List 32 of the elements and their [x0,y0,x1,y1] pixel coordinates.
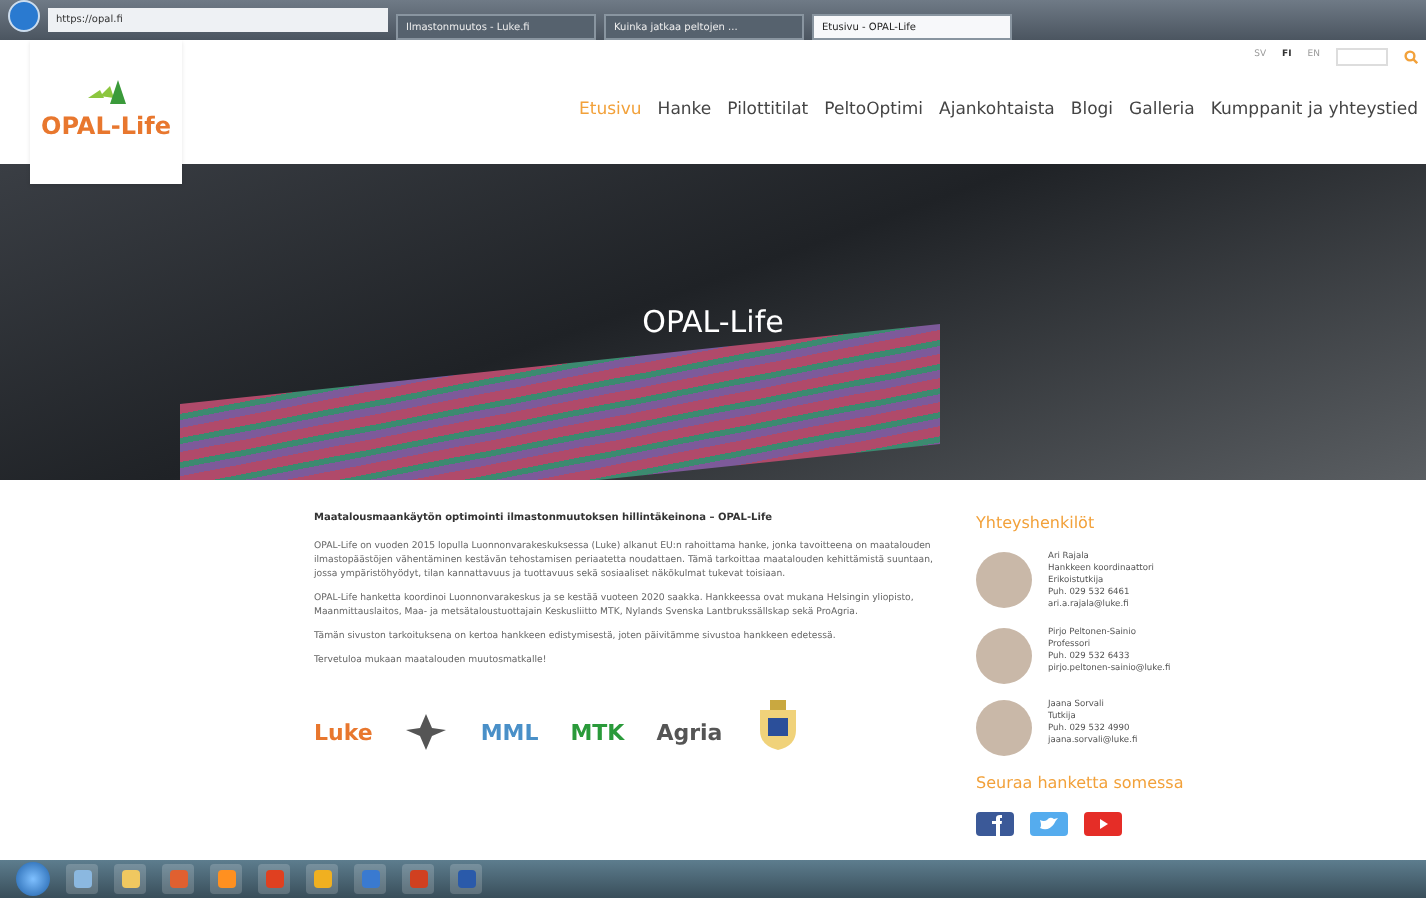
back-button[interactable] [8,0,40,32]
taskbar-app-icon[interactable] [210,864,242,894]
partner-logo[interactable]: MTK [570,718,625,751]
nav-link[interactable]: Ajankohtaista [939,98,1055,124]
nav-link[interactable]: Kumppanit ja yhteystied [1210,98,1418,124]
taskbar-app-icon[interactable] [450,864,482,894]
search-icon[interactable] [1404,50,1418,64]
taskbar-app-icon[interactable] [66,864,98,894]
taskbar-app-icon[interactable] [306,864,338,894]
search-field[interactable] [1336,48,1388,66]
start-button[interactable] [16,862,50,896]
tree-icon [84,80,128,108]
partner-logo[interactable]: Agria [656,718,723,751]
taskbar-app-icon[interactable] [354,864,386,894]
taskbar-app-icon[interactable] [402,864,434,894]
nav-link[interactable]: Hanke [657,98,712,124]
hero-title: OPAL-Life [642,301,784,344]
nav-link[interactable]: Blogi [1070,98,1114,124]
facebook-icon[interactable] [976,812,1014,836]
play-icon[interactable] [1084,812,1122,836]
avatar [976,552,1032,608]
taskbar-app-icon[interactable] [162,864,194,894]
avatar [976,700,1032,756]
nav-link[interactable]: PeltoOptimi [824,98,924,124]
nav-link[interactable]: Pilottitilat [727,98,809,124]
nav-link[interactable]: Galleria [1129,98,1195,124]
taskbar-app-icon[interactable] [114,864,146,894]
section-heading: Seuraa hanketta somessa [976,772,1186,796]
section-heading: Yhteyshenkilöt [976,512,1097,536]
bird-icon[interactable] [1030,812,1068,836]
avatar [976,628,1032,684]
taskbar-app-icon[interactable] [258,864,290,894]
